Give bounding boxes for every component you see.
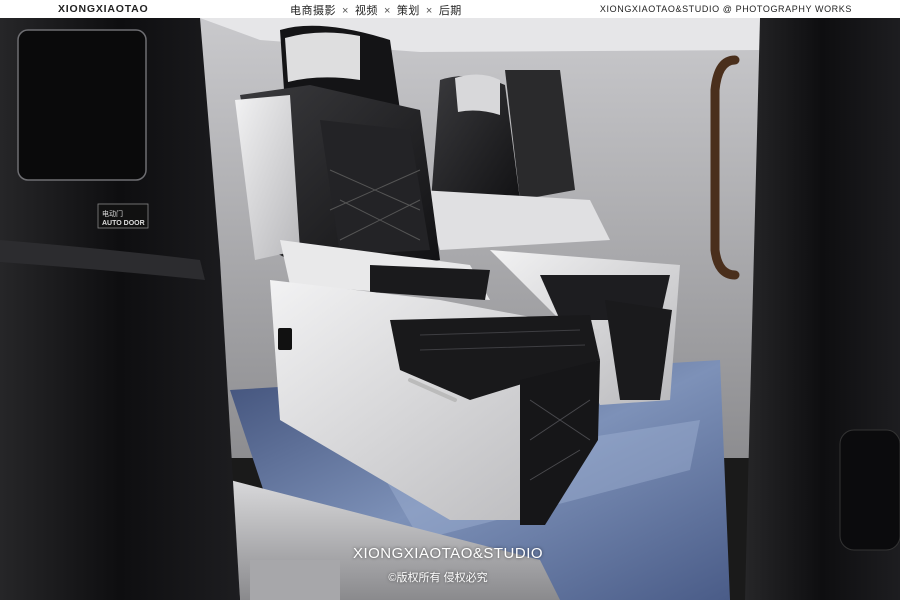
nav-item-planning[interactable]: 策划 bbox=[397, 5, 420, 17]
nav-item-postproduction[interactable]: 后期 bbox=[439, 5, 462, 17]
nav-separator: × bbox=[425, 5, 433, 17]
watermark-studio: XIONGXIAOTAO&STUDIO bbox=[352, 545, 544, 562]
door-panel-recess bbox=[839, 429, 900, 551]
door-window bbox=[17, 29, 147, 181]
nav-item-video[interactable]: 视频 bbox=[355, 5, 378, 17]
nav: 电商摄影 × 视频 × 策划 × 后期 bbox=[290, 2, 462, 18]
auto-door-label: 电动门 AUTO DOOR bbox=[97, 203, 149, 229]
nav-separator: × bbox=[342, 5, 349, 17]
door-label-en: AUTO DOOR bbox=[102, 220, 145, 227]
nav-separator: × bbox=[383, 5, 391, 17]
brand-right: XIONGXIAOTAO&STUDIO @ PHOTOGRAPHY WORKS bbox=[599, 4, 852, 14]
photo-page: XIONGXIAOTAO 电商摄影 × 视频 × 策划 × 后期 XIONGXIAOTAO&… bbox=[0, 0, 900, 600]
van-interior-photo: 电动门 AUTO DOOR bbox=[0, 18, 900, 600]
door-label-cn: 电动门 bbox=[102, 209, 123, 218]
watermark-copyright: ©版权所有 侵权必究 bbox=[388, 572, 488, 584]
brand-left: XIONGXIAOTAO bbox=[58, 3, 149, 15]
nav-item-ecommerce[interactable]: 电商摄影 bbox=[290, 5, 336, 17]
top-bar: XIONGXIAOTAO 电商摄影 × 视频 × 策划 × 后期 XIONGXIAOTAO&… bbox=[0, 0, 900, 18]
